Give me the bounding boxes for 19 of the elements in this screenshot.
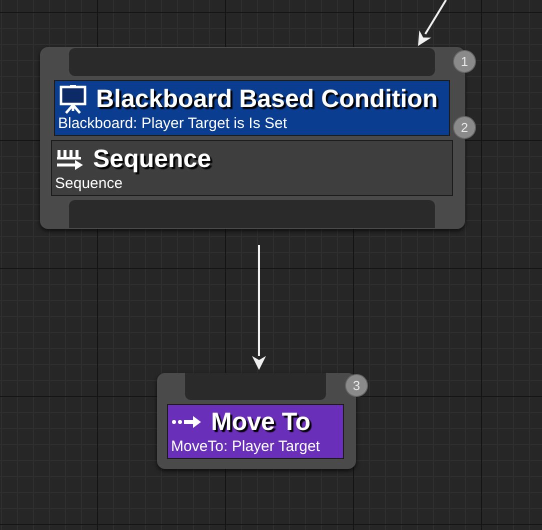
input-pin-bar[interactable] xyxy=(69,48,435,76)
order-badge: 1 xyxy=(453,50,476,73)
decorator-node[interactable]: Blackboard Based Condition Blackboard: Player Target is Is Set xyxy=(54,80,450,136)
easel-icon xyxy=(58,84,88,114)
output-pin-bar[interactable] xyxy=(69,200,435,228)
task-node[interactable]: Move To MoveTo: Player Target xyxy=(167,404,344,459)
input-pin-bar[interactable] xyxy=(185,373,326,400)
node-description: MoveTo: Player Target xyxy=(171,437,321,456)
node-description: Sequence xyxy=(55,174,124,193)
sequence-arrows-icon xyxy=(55,147,85,171)
order-badge: 2 xyxy=(453,116,476,139)
node-title: Move To xyxy=(211,407,311,437)
order-badge: 3 xyxy=(345,374,368,397)
dotted-arrow-icon xyxy=(171,414,203,430)
node-title: Sequence xyxy=(93,144,212,174)
connector-arrow xyxy=(418,0,447,46)
node-title: Blackboard Based Condition xyxy=(96,84,438,114)
node-description: Blackboard: Player Target is Is Set xyxy=(58,114,288,133)
composite-node[interactable]: Sequence Sequence xyxy=(51,140,453,196)
